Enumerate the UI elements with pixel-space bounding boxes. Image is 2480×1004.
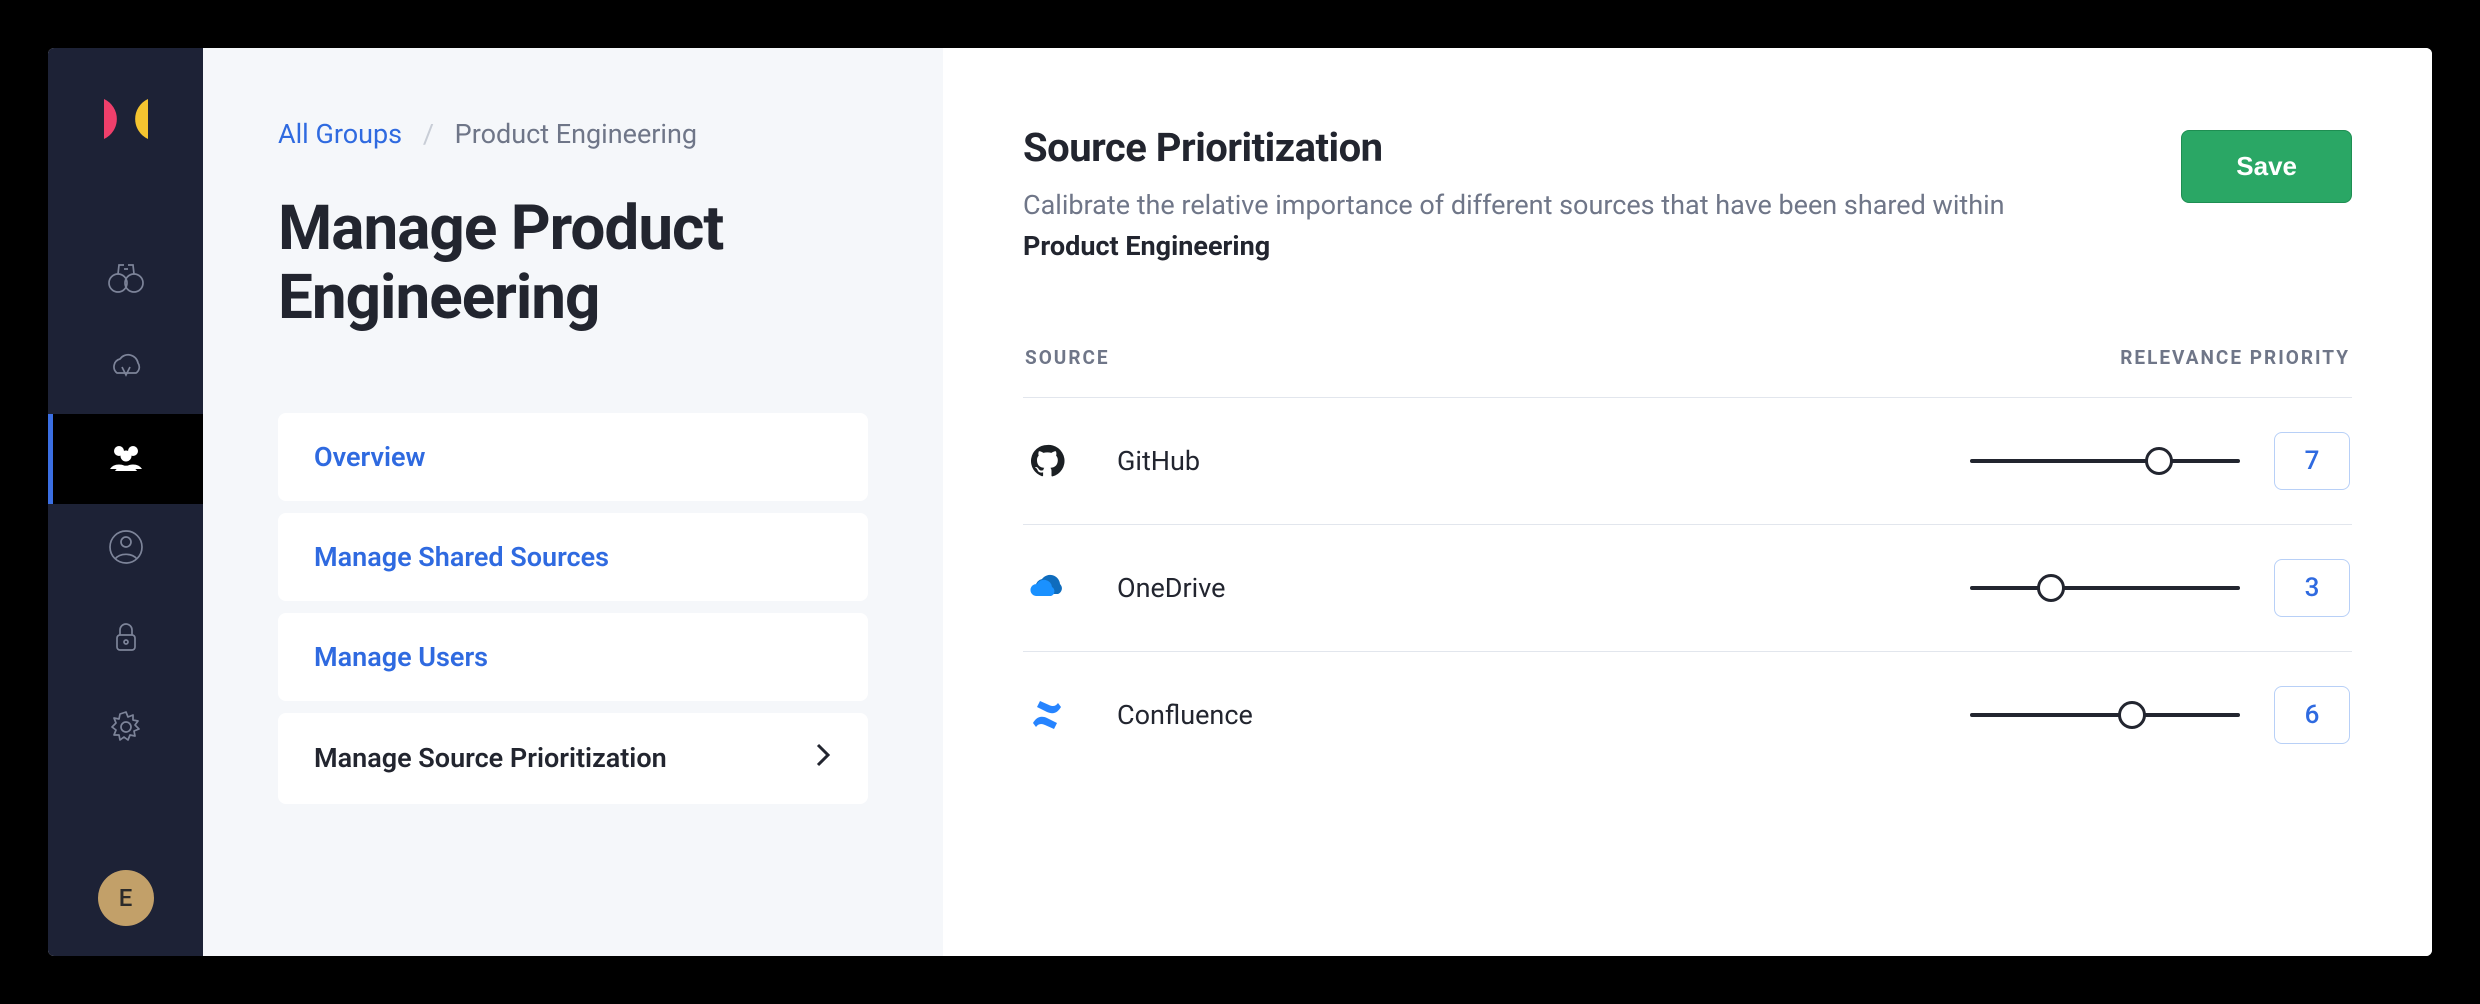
github-icon — [1025, 439, 1069, 483]
nav-settings[interactable] — [48, 684, 203, 774]
sidebar: E — [48, 48, 203, 956]
breadcrumb-separator: / — [423, 118, 434, 150]
priority-slider[interactable] — [1970, 713, 2240, 717]
breadcrumb: All Groups / Product Engineering — [278, 118, 868, 150]
lock-icon — [106, 617, 146, 661]
source-name: GitHub — [1117, 445, 1970, 477]
source-name: Confluence — [1117, 699, 1970, 731]
menu-item-label: Overview — [314, 441, 425, 473]
source-row-onedrive: OneDrive 3 — [1023, 525, 2352, 652]
nav-security[interactable] — [48, 594, 203, 684]
priority-slider[interactable] — [1970, 459, 2240, 463]
main-panel: Source Prioritization Calibrate the rela… — [943, 48, 2432, 956]
slider-thumb[interactable] — [2037, 574, 2065, 602]
source-row-confluence: Confluence 6 — [1023, 652, 2352, 778]
users-icon — [106, 437, 146, 481]
menu-item-overview[interactable]: Overview — [278, 413, 868, 501]
menu-item-source-prioritization[interactable]: Manage Source Prioritization — [278, 713, 868, 804]
nav-user[interactable] — [48, 504, 203, 594]
nav-groups[interactable] — [48, 414, 203, 504]
left-panel: All Groups / Product Engineering Manage … — [203, 48, 943, 956]
breadcrumb-root[interactable]: All Groups — [278, 118, 402, 150]
save-button[interactable]: Save — [2181, 130, 2352, 203]
side-menu: Overview Manage Shared Sources Manage Us… — [278, 413, 868, 804]
user-icon — [106, 527, 146, 571]
menu-item-users[interactable]: Manage Users — [278, 613, 868, 701]
page-title: Manage Product Engineering — [278, 194, 868, 333]
chevron-right-icon — [814, 741, 832, 776]
slider-thumb[interactable] — [2118, 701, 2146, 729]
column-header-priority: Relevance Priority — [2120, 346, 2350, 369]
gear-icon — [106, 707, 146, 751]
source-row-github: GitHub 7 — [1023, 398, 2352, 525]
binoculars-icon — [106, 257, 146, 301]
nav-sync[interactable] — [48, 324, 203, 414]
breadcrumb-current: Product Engineering — [455, 118, 697, 150]
section-description: Calibrate the relative importance of dif… — [1023, 185, 2083, 266]
priority-value[interactable]: 6 — [2274, 686, 2350, 744]
confluence-icon — [1025, 693, 1069, 737]
priority-slider[interactable] — [1970, 586, 2240, 590]
column-header-source: Source — [1025, 346, 1110, 369]
source-name: OneDrive — [1117, 572, 1970, 604]
menu-item-label: Manage Users — [314, 641, 488, 673]
menu-item-label: Manage Source Prioritization — [314, 742, 667, 774]
source-priority-table: Source Relevance Priority GitHub 7 — [1023, 346, 2352, 778]
priority-value[interactable]: 7 — [2274, 432, 2350, 490]
app-logo — [101, 94, 151, 144]
onedrive-icon — [1025, 566, 1069, 610]
menu-item-shared-sources[interactable]: Manage Shared Sources — [278, 513, 868, 601]
nav-sources[interactable] — [48, 234, 203, 324]
cloud-sync-icon — [106, 347, 146, 391]
avatar-initial: E — [119, 884, 133, 912]
avatar[interactable]: E — [98, 870, 154, 926]
menu-item-label: Manage Shared Sources — [314, 541, 609, 573]
slider-thumb[interactable] — [2145, 447, 2173, 475]
section-title: Source Prioritization — [1023, 124, 2141, 171]
priority-value[interactable]: 3 — [2274, 559, 2350, 617]
